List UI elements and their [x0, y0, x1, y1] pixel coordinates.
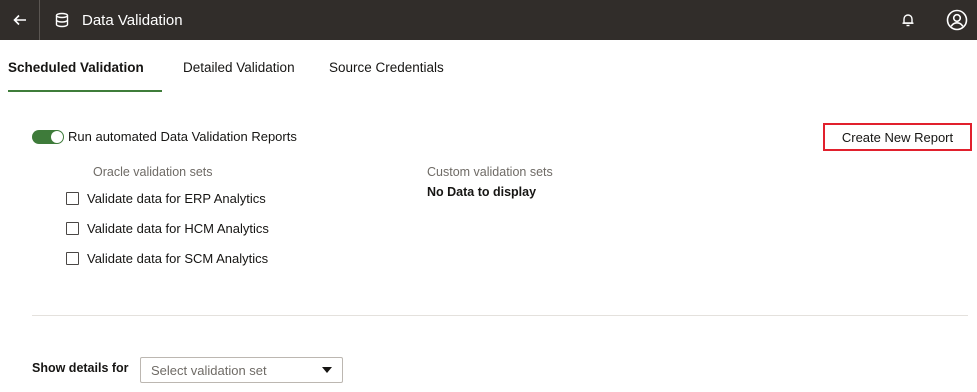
show-details-label: Show details for — [32, 361, 129, 375]
checkbox-label: Validate data for ERP Analytics — [87, 190, 266, 206]
validation-set-select[interactable]: Select validation set — [140, 357, 343, 383]
checkbox[interactable] — [66, 221, 79, 235]
bell-icon — [902, 14, 914, 27]
checkbox-hcm-analytics[interactable]: Validate data for HCM Analytics — [66, 219, 269, 237]
automated-reports-toggle[interactable] — [32, 130, 64, 144]
oracle-validation-sets-heading: Oracle validation sets — [93, 165, 213, 179]
tab-bar: Scheduled Validation Detailed Validation… — [0, 40, 977, 92]
toggle-label: Run automated Data Validation Reports — [68, 129, 297, 144]
user-avatar-button[interactable] — [945, 8, 969, 32]
create-new-report-button[interactable]: Create New Report — [823, 123, 972, 151]
active-tab-indicator — [8, 90, 162, 92]
tab-source-credentials[interactable]: Source Credentials — [329, 40, 444, 92]
app-header: Data Validation — [0, 0, 977, 40]
empty-state-text: No Data to display — [427, 185, 537, 199]
arrow-left-icon — [12, 14, 26, 26]
tab-scheduled-validation[interactable]: Scheduled Validation — [8, 40, 144, 92]
checkbox[interactable] — [66, 191, 79, 205]
checkbox[interactable] — [66, 251, 79, 265]
tab-detailed-validation[interactable]: Detailed Validation — [183, 40, 295, 92]
checkbox-erp-analytics[interactable]: Validate data for ERP Analytics — [66, 189, 266, 207]
checkbox-label: Validate data for SCM Analytics — [87, 250, 269, 266]
checkbox-scm-analytics[interactable]: Validate data for SCM Analytics — [66, 249, 268, 267]
back-button[interactable] — [0, 0, 40, 40]
checkbox-label: Validate data for HCM Analytics — [87, 220, 269, 236]
select-placeholder: Select validation set — [151, 362, 267, 378]
page-title: Data Validation — [82, 11, 183, 29]
custom-validation-sets-heading: Custom validation sets — [427, 165, 553, 179]
user-avatar-icon — [946, 9, 968, 31]
section-divider — [32, 315, 968, 316]
database-icon — [54, 11, 72, 29]
notifications-button[interactable] — [893, 0, 923, 40]
chevron-down-icon — [322, 367, 332, 373]
toggle-knob — [51, 131, 63, 143]
